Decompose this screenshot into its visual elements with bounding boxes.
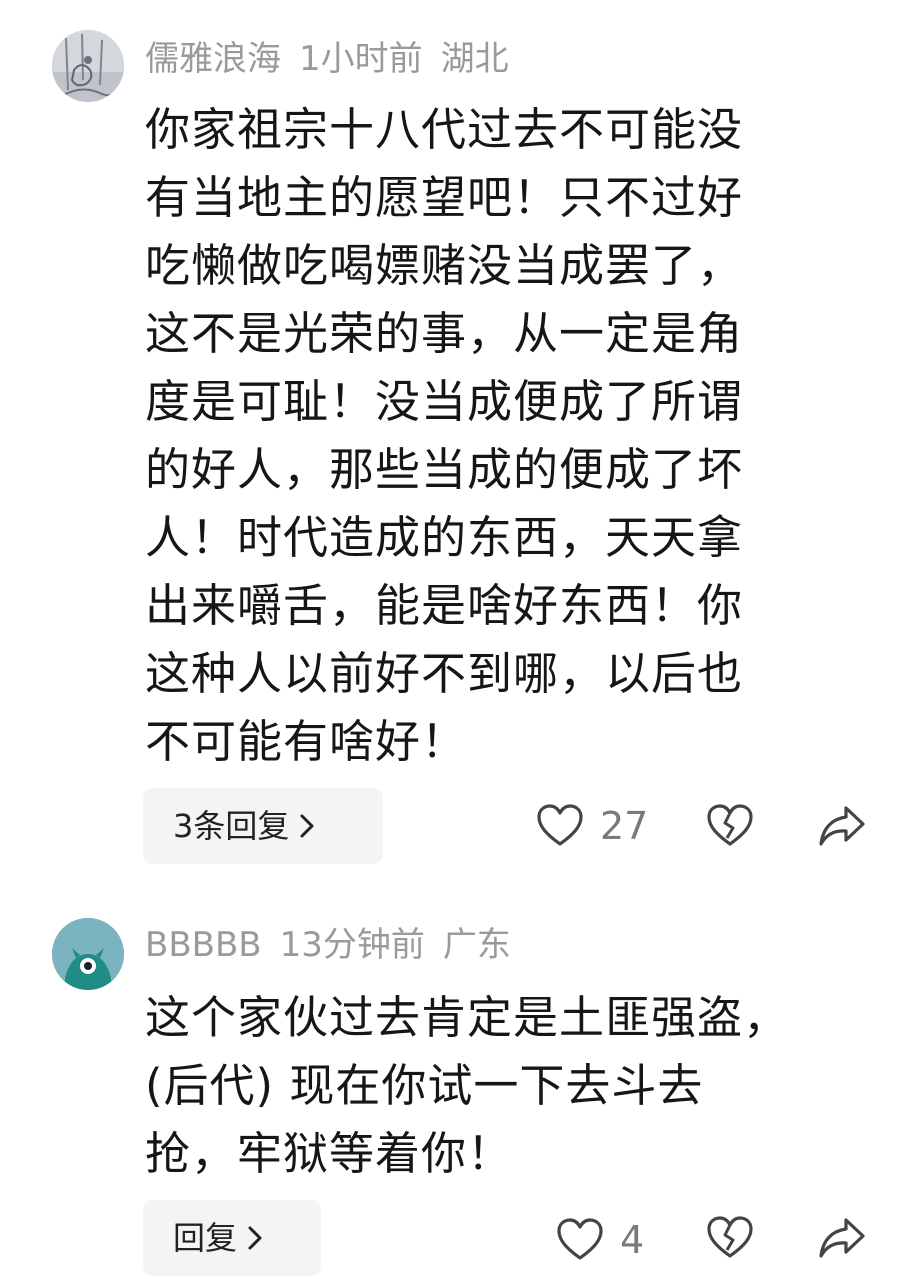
dislike-button[interactable] bbox=[706, 1216, 754, 1260]
view-replies-button[interactable]: 3条回复 bbox=[143, 788, 383, 864]
timestamp: 1小时前 bbox=[299, 39, 423, 79]
heart-icon bbox=[536, 804, 584, 848]
comment-line: 的好人，那些当成的便成了坏 bbox=[145, 443, 744, 496]
comment-line: 这种人以前好不到哪，以后也 bbox=[145, 647, 744, 700]
broken-heart-icon bbox=[706, 804, 754, 848]
comment-line: 抢，牢狱等着你！ bbox=[145, 1127, 514, 1180]
like-button[interactable]: 4 bbox=[556, 1216, 644, 1264]
sketch-avatar-icon bbox=[52, 30, 124, 102]
chevron-right-icon bbox=[247, 1225, 263, 1251]
comment-meta: BBBBB 13分钟前 广东 bbox=[145, 920, 529, 970]
timestamp: 13分钟前 bbox=[279, 925, 425, 965]
heart-icon bbox=[556, 1218, 604, 1262]
location: 广东 bbox=[442, 925, 511, 965]
comment-text: 这个家伙过去肯定是土匪强盗， (后代) 现在你试一下去斗去 抢，牢狱等着你！ bbox=[145, 984, 885, 1188]
reply-label: 3条回复 bbox=[173, 807, 290, 845]
comment-line: (后代) 现在你试一下去斗去 bbox=[145, 1059, 704, 1112]
broken-heart-icon bbox=[706, 1216, 754, 1260]
avatar[interactable] bbox=[52, 918, 124, 990]
comment-text: 你家祖宗十八代过去不可能没 有当地主的愿望吧！只不过好 吃懒做吃喝嫖赌没当成罢了… bbox=[145, 96, 865, 776]
share-button[interactable] bbox=[818, 1216, 866, 1260]
avatar[interactable] bbox=[52, 30, 124, 102]
comment-line: 度是可耻！没当成便成了所谓 bbox=[145, 375, 744, 428]
username[interactable]: BBBBB bbox=[145, 925, 262, 965]
share-arrow-icon bbox=[818, 1216, 866, 1260]
comment-line: 有当地主的愿望吧！只不过好 bbox=[145, 171, 744, 224]
comment-line: 这个家伙过去肯定是土匪强盗， bbox=[145, 991, 790, 1044]
share-arrow-icon bbox=[818, 804, 866, 848]
reply-label: 回复 bbox=[173, 1219, 238, 1257]
location: 湖北 bbox=[440, 39, 509, 79]
like-button[interactable]: 27 bbox=[536, 802, 648, 850]
comment-line: 人！时代造成的东西，天天拿 bbox=[145, 511, 744, 564]
like-count: 4 bbox=[620, 1218, 645, 1262]
like-count: 27 bbox=[600, 804, 649, 848]
teal-monster-avatar-icon bbox=[52, 918, 124, 990]
share-button[interactable] bbox=[818, 804, 866, 848]
dislike-button[interactable] bbox=[706, 804, 754, 848]
username[interactable]: 儒雅浪海 bbox=[145, 39, 281, 79]
comment-line: 这不是光荣的事，从一定是角 bbox=[145, 307, 744, 360]
comment-line: 出来嚼舌，能是啥好东西！你 bbox=[145, 579, 744, 632]
comment-line: 吃懒做吃喝嫖赌没当成罢了， bbox=[145, 239, 744, 292]
chevron-right-icon bbox=[299, 813, 315, 839]
reply-button[interactable]: 回复 bbox=[143, 1200, 321, 1276]
comment-meta: 儒雅浪海 1小时前 湖北 bbox=[145, 34, 527, 84]
comment-line: 你家祖宗十八代过去不可能没 bbox=[145, 103, 744, 156]
comment-line: 不可能有啥好！ bbox=[145, 715, 468, 768]
